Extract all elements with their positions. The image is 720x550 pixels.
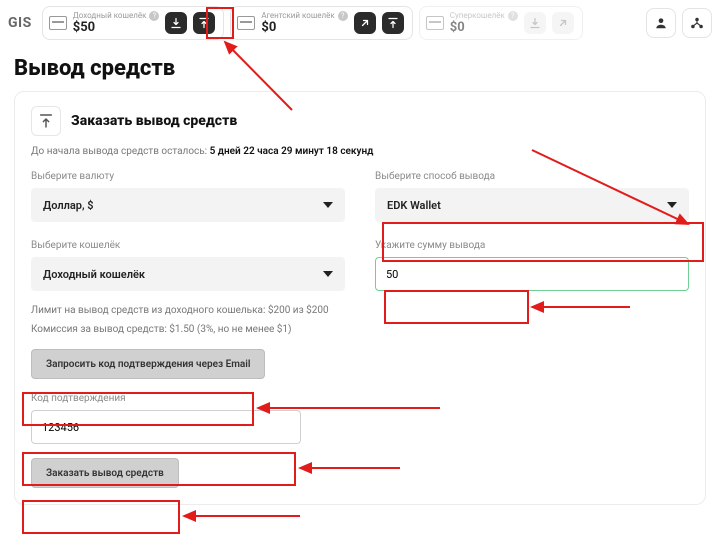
submit-withdraw-button[interactable]: Заказать вывод средств <box>31 458 179 488</box>
countdown-line: До начала вывода средств осталось: 5 дне… <box>31 146 689 157</box>
method-label: Выберите способ вывода <box>375 171 689 182</box>
wallet-share-button[interactable] <box>354 12 376 34</box>
chevron-down-icon <box>323 202 333 208</box>
code-input[interactable] <box>31 410 301 444</box>
wallet-card-income: Доходный кошелёк? $50 <box>42 6 225 40</box>
fee-hint: Комиссия за вывод средств: $1.50 (3%, но… <box>31 324 689 335</box>
amount-label: Укажите сумму вывода <box>375 240 689 251</box>
amount-input[interactable] <box>375 257 689 291</box>
currency-select[interactable]: Доллар, $ <box>31 188 345 222</box>
profile-button[interactable] <box>646 8 676 38</box>
page-title: Вывод средств <box>14 56 706 81</box>
method-select[interactable]: EDK Wallet <box>375 188 689 222</box>
wallet-share-button <box>552 12 574 34</box>
wallet-withdraw-button[interactable] <box>382 12 404 34</box>
wallet-amount: $0 <box>261 21 347 35</box>
code-label: Код подтверждения <box>31 393 689 404</box>
wallet-amount: $0 <box>450 21 518 35</box>
wallet-card-super: Суперкошелёк? $0 <box>419 6 583 40</box>
brand-logo: GIS <box>8 15 32 31</box>
wallet-select-label: Выберите кошелёк <box>31 240 345 251</box>
currency-label: Выберите валюту <box>31 171 345 182</box>
wallet-icon <box>49 16 67 30</box>
help-icon[interactable]: ? <box>338 11 348 21</box>
wallet-icon <box>237 16 255 30</box>
limit-hint: Лимит на вывод средств из доходного коше… <box>31 305 689 316</box>
wallet-card-agent: Агентский кошелёк? $0 <box>230 6 412 40</box>
wallet-select[interactable]: Доходный кошелёк <box>31 257 345 291</box>
wallet-amount: $50 <box>73 21 160 35</box>
withdraw-card: Заказать вывод средств До начала вывода … <box>14 91 706 505</box>
request-code-button[interactable]: Запросить код подтверждения через Email <box>31 349 265 379</box>
chevron-down-icon <box>667 202 677 208</box>
wallet-deposit-button[interactable] <box>165 12 187 34</box>
referrals-button[interactable] <box>682 8 712 38</box>
wallet-deposit-button <box>524 12 546 34</box>
help-icon[interactable]: ? <box>508 11 518 21</box>
chevron-down-icon <box>323 271 333 277</box>
help-icon[interactable]: ? <box>149 11 159 21</box>
wallet-icon <box>426 16 444 30</box>
card-title: Заказать вывод средств <box>71 113 237 129</box>
withdraw-icon <box>31 106 61 136</box>
wallet-withdraw-button[interactable] <box>193 12 215 34</box>
